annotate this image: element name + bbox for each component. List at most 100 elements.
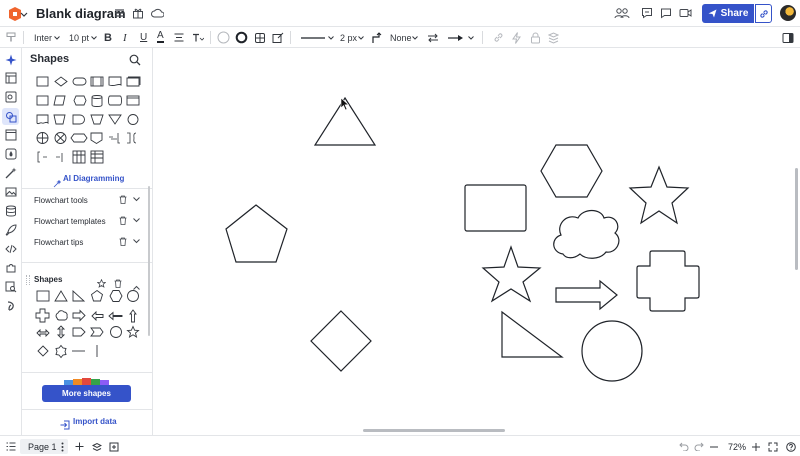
database-icon[interactable] (4, 204, 17, 217)
fill-drop-icon[interactable] (4, 147, 17, 160)
rectangle-shape[interactable] (464, 184, 527, 232)
collaborators-icon[interactable] (614, 6, 630, 20)
trash-icon[interactable] (119, 195, 127, 206)
chevron-down-icon[interactable] (91, 30, 97, 45)
chevron-down-icon[interactable] (468, 30, 474, 45)
video-call-icon[interactable] (678, 6, 692, 20)
user-avatar[interactable] (780, 5, 796, 21)
page-list-icon[interactable] (6, 440, 16, 453)
frame-icon[interactable] (4, 128, 17, 141)
cloud-saved-icon[interactable] (150, 6, 164, 20)
trash-icon[interactable] (119, 216, 127, 227)
vertical-scrollbar[interactable] (795, 168, 798, 270)
library-flowchart-tips[interactable]: Flowchart tips (34, 236, 142, 250)
library-flowchart-templates[interactable]: Flowchart templates (34, 215, 142, 229)
rocket-icon[interactable] (4, 223, 17, 236)
format-painter-icon[interactable] (6, 30, 17, 45)
image-fill-icon[interactable] (272, 30, 284, 45)
magic-wand-icon[interactable] (4, 166, 17, 179)
menu-icon[interactable] (112, 6, 126, 20)
arrow-end-icon[interactable] (448, 30, 464, 45)
star-shape[interactable] (628, 165, 690, 225)
chevron-down-icon[interactable] (133, 216, 140, 225)
link-icon[interactable] (493, 30, 504, 45)
shape-options-icon[interactable] (254, 30, 266, 45)
star-shape[interactable] (481, 245, 542, 303)
templates-icon[interactable] (4, 71, 17, 84)
chevron-down-icon[interactable] (54, 30, 60, 45)
drag-handle[interactable] (26, 275, 30, 285)
text-options-icon[interactable] (192, 30, 204, 45)
bottom-bar: Page 1 72% (0, 435, 800, 456)
chevron-down-icon[interactable] (133, 195, 140, 204)
documents-icon[interactable] (4, 90, 17, 103)
layers-icon[interactable] (92, 440, 102, 453)
import-data-link[interactable]: Import data (73, 417, 117, 426)
cross-shape[interactable] (636, 250, 700, 312)
swap-arrows-icon[interactable] (427, 30, 439, 45)
bold-button[interactable]: B (104, 30, 112, 45)
plugin-icon[interactable] (4, 299, 17, 312)
arrow-start-select[interactable]: None (390, 30, 412, 45)
chat-icon[interactable] (659, 6, 673, 20)
horizontal-scrollbar[interactable] (363, 429, 505, 432)
chevron-down-icon[interactable] (412, 30, 418, 45)
line-routing-icon[interactable] (372, 30, 383, 45)
help-icon[interactable] (786, 440, 796, 453)
chevron-down-icon[interactable] (20, 8, 28, 22)
font-size-select[interactable]: 10 pt (69, 30, 89, 45)
share-button[interactable]: Share (702, 4, 754, 23)
line-style-icon[interactable] (301, 30, 325, 45)
flowchart-shapes-grid[interactable] (32, 72, 152, 168)
library-flowchart-tools[interactable]: Flowchart tools (34, 194, 142, 208)
cloud-shape[interactable] (553, 209, 620, 259)
chevron-down-icon[interactable] (358, 30, 364, 45)
trash-icon[interactable] (119, 237, 127, 248)
zoom-level[interactable]: 72% (728, 440, 746, 453)
properties-panel-icon[interactable] (782, 30, 794, 45)
search-icon[interactable] (129, 53, 141, 71)
circle-shape[interactable] (581, 320, 643, 382)
image-icon[interactable] (4, 185, 17, 198)
text-color-button[interactable]: A (157, 30, 164, 43)
more-options-icon[interactable] (61, 440, 64, 453)
right-triangle-shape[interactable] (501, 310, 564, 358)
diagram-canvas[interactable] (153, 48, 800, 435)
data-layer-icon[interactable] (548, 30, 559, 45)
copy-link-button[interactable] (755, 4, 772, 23)
action-bolt-icon[interactable] (512, 30, 521, 45)
shapes-icon[interactable] (2, 108, 19, 125)
panel-scrollbar[interactable] (148, 186, 150, 336)
hexagon-shape[interactable] (540, 144, 603, 198)
ai-sparkle-icon[interactable] (4, 53, 17, 66)
text-align-icon[interactable] (174, 30, 184, 45)
redo-icon[interactable] (694, 440, 704, 453)
underline-button[interactable]: U (140, 30, 147, 45)
search-document-icon[interactable] (4, 280, 17, 293)
ai-diagramming-link[interactable]: AI Diagramming (63, 174, 124, 183)
undo-icon[interactable] (679, 440, 689, 453)
integrations-icon[interactable] (4, 261, 17, 274)
line-width-select[interactable]: 2 px (340, 30, 357, 45)
arrow-shape[interactable] (555, 279, 618, 311)
code-icon[interactable] (4, 242, 17, 255)
basic-shapes-grid[interactable] (32, 288, 152, 364)
line-color-icon[interactable] (235, 30, 248, 45)
panel-divider (22, 188, 152, 189)
comment-icon[interactable] (640, 6, 654, 20)
zoom-out-icon[interactable] (710, 440, 718, 453)
font-family-select[interactable]: Inter (34, 30, 52, 45)
zoom-in-icon[interactable] (752, 440, 760, 453)
chevron-down-icon[interactable] (328, 30, 334, 45)
chevron-down-icon[interactable] (133, 237, 140, 246)
gift-icon[interactable] (131, 6, 145, 20)
fill-color-icon[interactable] (217, 30, 230, 45)
add-page-icon[interactable] (75, 440, 84, 453)
italic-button[interactable]: I (123, 30, 127, 45)
more-shapes-button[interactable]: More shapes (42, 385, 131, 402)
pentagon-shape[interactable] (225, 204, 288, 263)
lock-icon[interactable] (530, 30, 541, 45)
page-settings-icon[interactable] (109, 440, 119, 453)
fit-to-screen-icon[interactable] (768, 440, 778, 453)
diamond-shape[interactable] (310, 310, 372, 372)
